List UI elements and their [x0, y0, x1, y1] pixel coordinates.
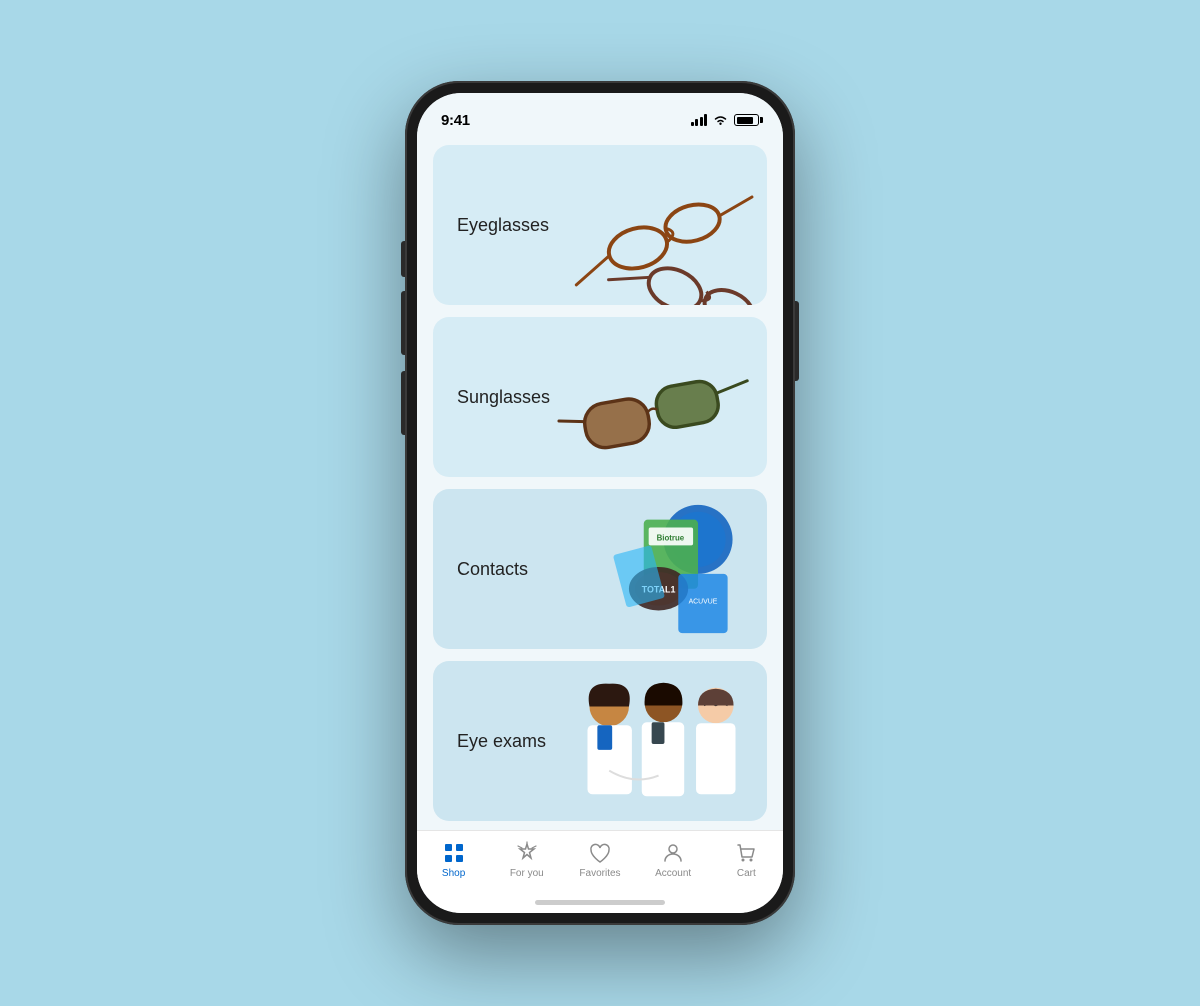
status-time: 9:41 — [441, 112, 470, 129]
nav-label-cart: Cart — [737, 868, 756, 879]
nav-label-favorites: Favorites — [579, 868, 620, 879]
power-button — [795, 301, 799, 381]
nav-item-for-you[interactable]: For you — [497, 841, 557, 879]
nav-item-account[interactable]: Account — [643, 841, 703, 879]
contacts-card[interactable]: Contacts Biotrue TOTAL1 — [433, 489, 767, 649]
home-indicator — [535, 900, 665, 905]
eye-exams-card[interactable]: Eye exams — [433, 661, 767, 821]
nav-label-account: Account — [655, 868, 691, 879]
eyeglasses-card[interactable]: Eyeglasses — [433, 145, 767, 305]
eyeglasses-label: Eyeglasses — [457, 215, 549, 236]
eye-exams-image — [550, 661, 767, 821]
phone-screen: 9:41 — [417, 93, 783, 913]
sunglasses-card[interactable]: Sunglasses — [433, 317, 767, 477]
for-you-icon — [515, 841, 539, 865]
nav-item-favorites[interactable]: Favorites — [570, 841, 630, 879]
nav-label-shop: Shop — [442, 868, 465, 879]
favorites-icon — [588, 841, 612, 865]
nav-item-shop[interactable]: Shop — [424, 841, 484, 879]
account-icon — [661, 841, 685, 865]
eyeglasses-image — [550, 145, 767, 305]
sunglasses-label: Sunglasses — [457, 387, 550, 408]
nav-label-for-you: For you — [510, 868, 544, 879]
cart-icon — [734, 841, 758, 865]
svg-text:Biotrue: Biotrue — [657, 533, 685, 542]
contacts-image: Biotrue TOTAL1 ACUVUE — [550, 489, 767, 649]
wifi-icon — [713, 114, 728, 126]
shop-icon — [442, 841, 466, 865]
volume-button — [401, 371, 405, 435]
nav-item-cart[interactable]: Cart — [716, 841, 776, 879]
contacts-label: Contacts — [457, 559, 528, 580]
battery-icon — [734, 114, 759, 126]
eye-exams-label: Eye exams — [457, 731, 546, 752]
main-content[interactable]: Eyeglasses — [417, 137, 783, 830]
svg-text:ACUVUE: ACUVUE — [688, 599, 717, 606]
status-bar: 9:41 — [417, 93, 783, 137]
sunglasses-image — [550, 317, 767, 477]
signal-icon — [691, 114, 708, 126]
status-icons — [691, 114, 760, 126]
phone-frame: 9:41 — [405, 81, 795, 925]
